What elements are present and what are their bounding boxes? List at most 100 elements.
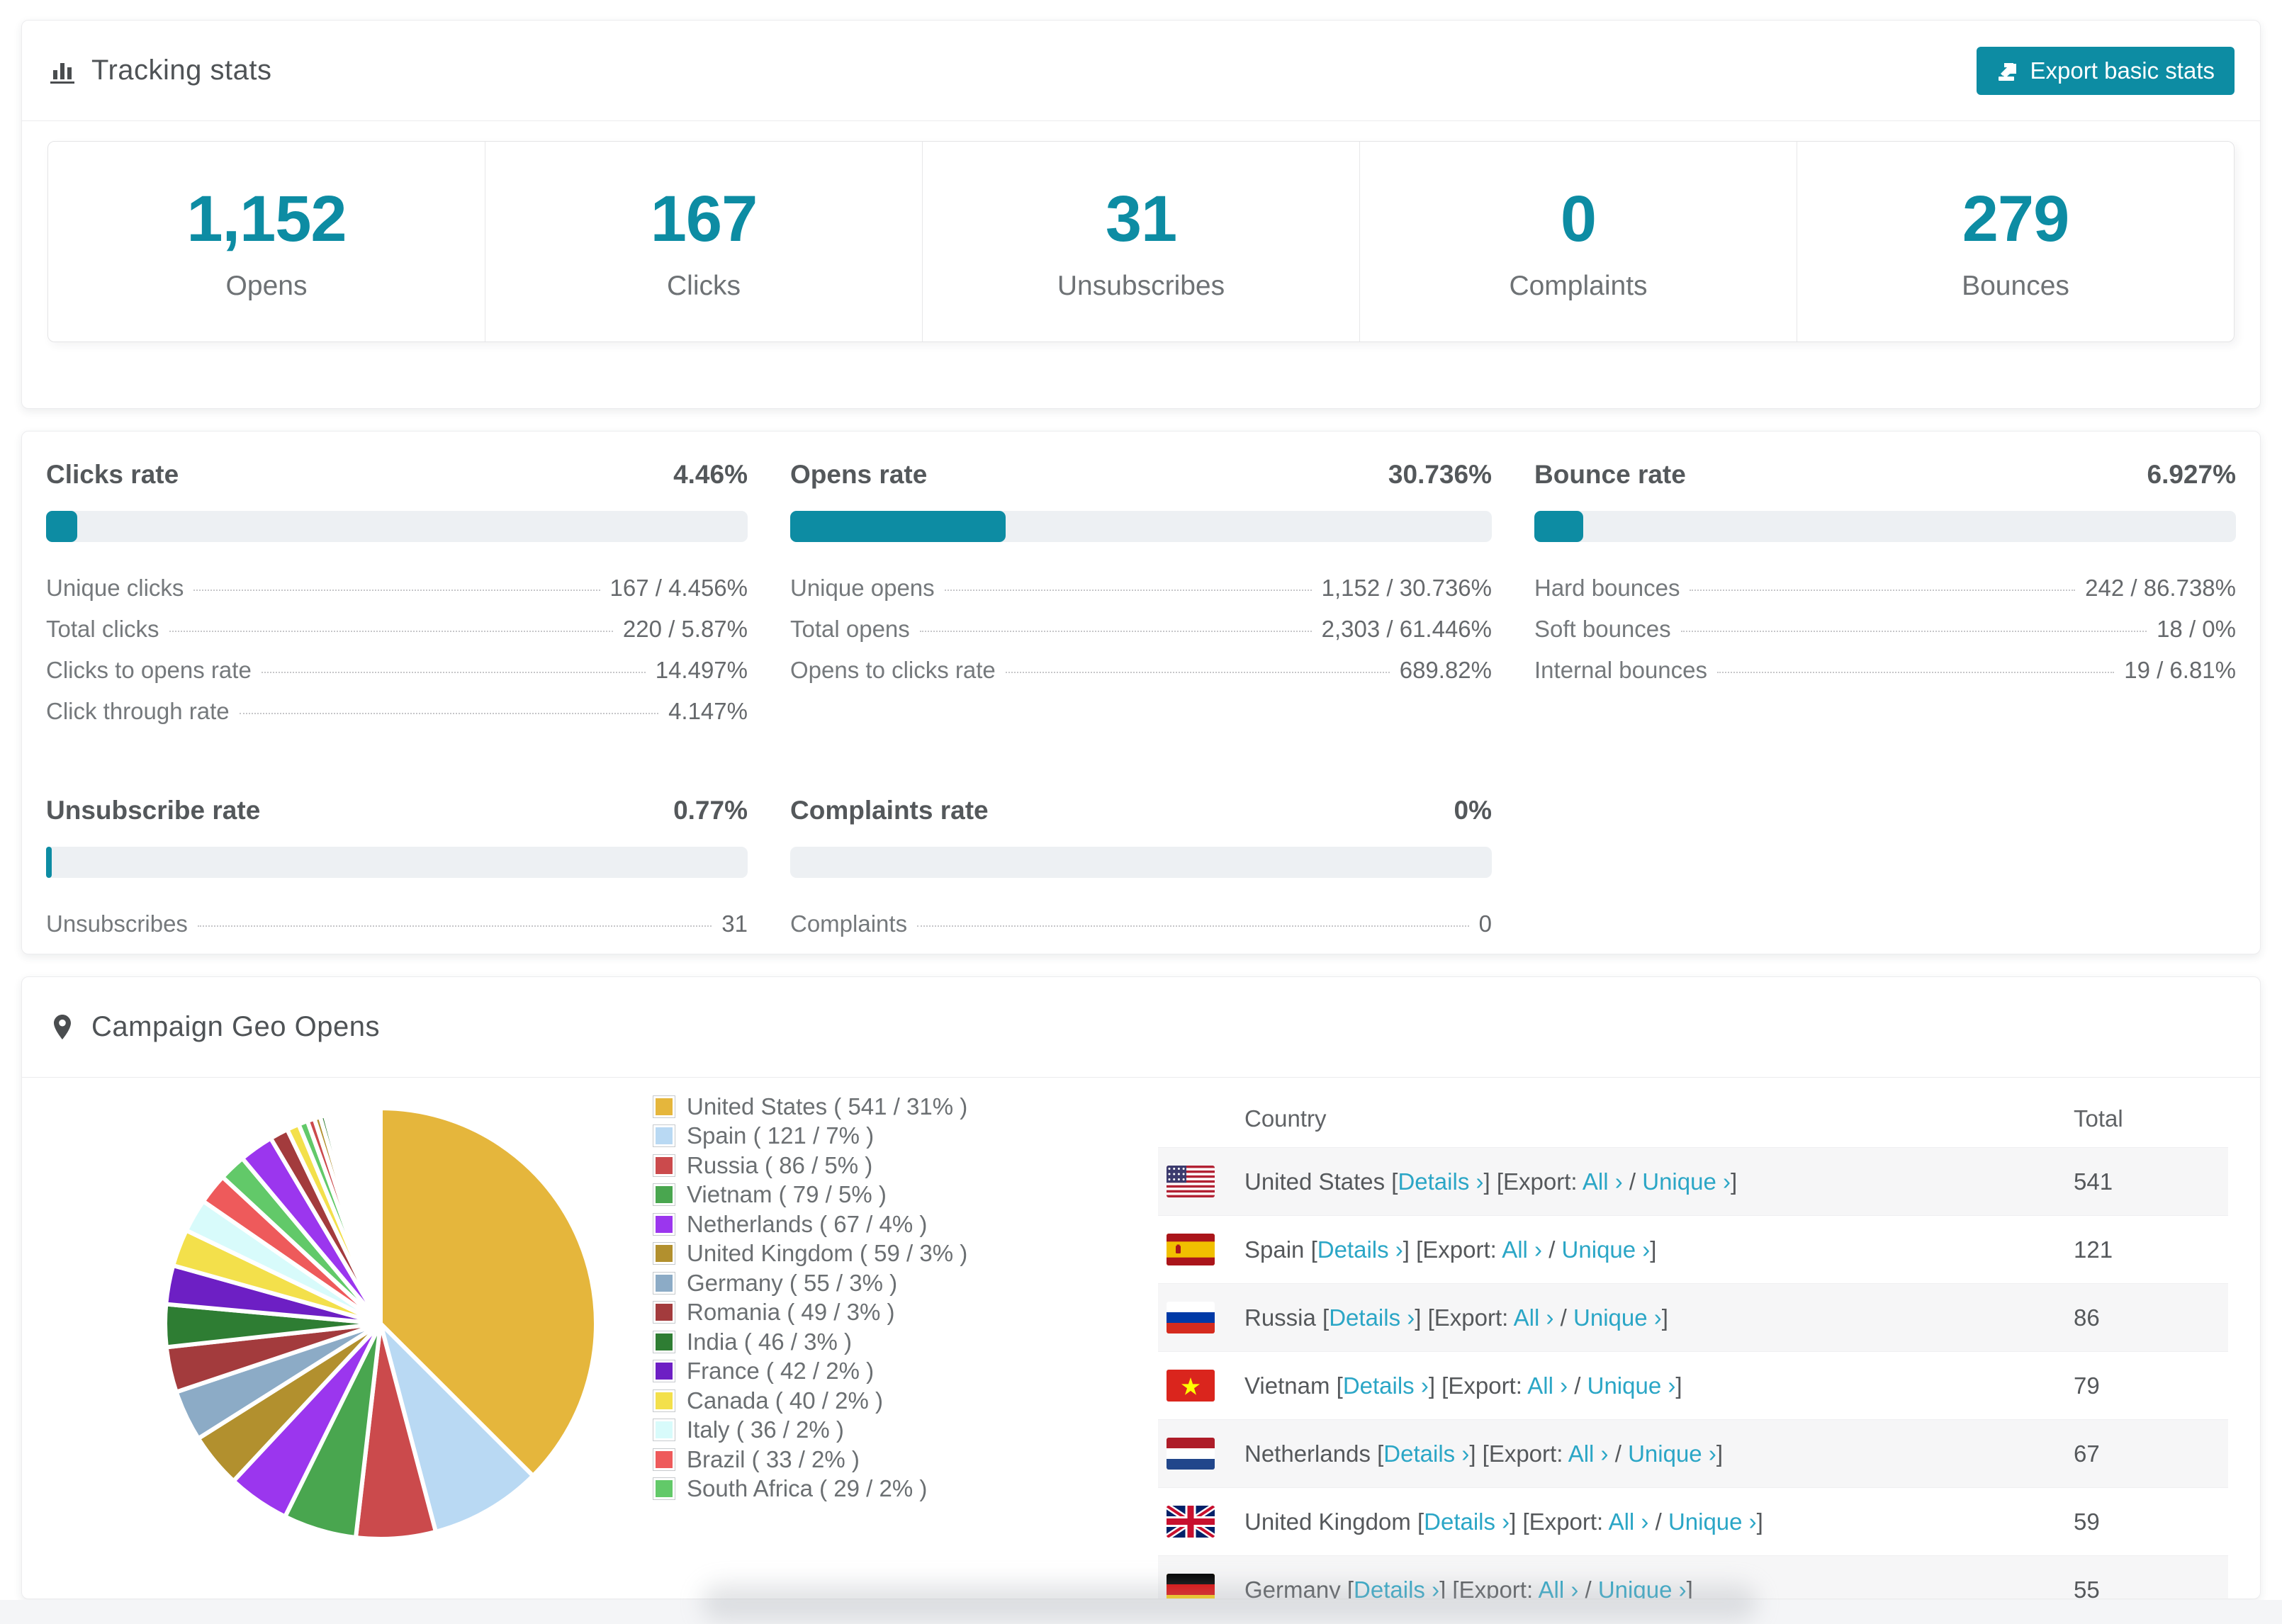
- total-value: 59: [2074, 1508, 2100, 1535]
- table-row-gb: United Kingdom [Details ›] [Export: All …: [1158, 1487, 2228, 1555]
- bracket-text: ] [Export:: [1415, 1304, 1514, 1331]
- legend-swatch: [653, 1360, 675, 1383]
- rate-row: Unsubscribes 31: [46, 910, 748, 952]
- bracket-text: ]: [1716, 1440, 1723, 1467]
- page-title: Tracking stats: [91, 55, 272, 86]
- bounce-rate-block: Bounce rate 6.927% Hard bounces 242 / 86.73…: [1534, 460, 2236, 739]
- export-unique-link[interactable]: Unique ›: [1628, 1440, 1716, 1467]
- export-all-link[interactable]: All ›: [1527, 1372, 1568, 1399]
- rate-row: Click through rate 4.147%: [46, 698, 748, 739]
- rate-row-label: Hard bounces: [1534, 575, 1680, 601]
- stat-box-unsubscribes: 31 Unsubscribes: [923, 142, 1360, 342]
- dotted-leader: [1680, 631, 2147, 632]
- legend-item: Romania ( 49 / 3% ): [653, 1298, 967, 1328]
- export-basic-stats-button[interactable]: Export basic stats: [1976, 46, 2235, 95]
- dotted-leader: [1005, 672, 1390, 673]
- legend-label: India ( 46 / 3% ): [687, 1328, 852, 1355]
- bounce-rate-progress-fill: [1534, 511, 1583, 542]
- export-unique-link[interactable]: Unique ›: [1562, 1236, 1651, 1263]
- complaints-rate-progress: [790, 847, 1492, 878]
- vn-flag-icon: [1167, 1370, 1215, 1402]
- opens-rate-title-row: Opens rate 30.736%: [790, 460, 1492, 490]
- clicks-rate-block: Clicks rate 4.46% Unique clicks 167 / 4.456…: [46, 460, 748, 739]
- bracket-text: ] [Export:: [1469, 1440, 1568, 1467]
- table-row-us: United States [Details ›] [Export: All ›…: [1158, 1147, 2228, 1215]
- slash-text: /: [1542, 1236, 1562, 1263]
- legend-item: Spain ( 121 / 7% ): [653, 1122, 967, 1151]
- dotted-leader: [197, 925, 712, 927]
- legend-swatch: [653, 1095, 675, 1118]
- unsubscribe-rate-value: 0.77%: [673, 796, 748, 825]
- legend-label: Russia ( 86 / 5% ): [687, 1151, 873, 1178]
- details-link[interactable]: Details ›: [1398, 1168, 1483, 1195]
- country-cell: Spain [Details ›] [Export: All › / Uniqu…: [1244, 1236, 2074, 1263]
- details-link[interactable]: Details ›: [1329, 1304, 1415, 1331]
- clicks-rate-title: Clicks rate: [46, 460, 179, 489]
- rates-card: Clicks rate 4.46% Unique clicks 167 / 4.456…: [21, 431, 2261, 954]
- legend-label: Canada ( 40 / 2% ): [687, 1387, 883, 1414]
- rate-row-label: Opens to clicks rate: [790, 657, 996, 683]
- map-pin-icon: [54, 1014, 71, 1039]
- export-all-link[interactable]: All ›: [1568, 1440, 1609, 1467]
- dotted-leader: [261, 672, 646, 673]
- rate-row-label: Soft bounces: [1534, 616, 1671, 642]
- export-icon: [1998, 62, 2016, 81]
- details-link[interactable]: Details ›: [1317, 1236, 1403, 1263]
- export-all-link[interactable]: All ›: [1502, 1236, 1542, 1263]
- stat-box-complaints: 0 Complaints: [1360, 142, 1797, 342]
- rate-row-label: Complaints: [790, 910, 908, 937]
- stat-value: 1,152: [186, 182, 347, 255]
- legend-label: Spain ( 121 / 7% ): [687, 1122, 875, 1149]
- flag-cell: [1158, 1234, 1244, 1265]
- table-row-vn: Vietnam [Details ›] [Export: All › / Uni…: [1158, 1351, 2228, 1419]
- export-unique-link[interactable]: Unique ›: [1642, 1168, 1731, 1195]
- country-cell: Russia [Details ›] [Export: All › / Uniq…: [1244, 1304, 2074, 1331]
- rate-row-value: 19 / 6.81%: [2124, 657, 2236, 683]
- country-name: Spain [: [1244, 1236, 1317, 1263]
- dotted-leader: [1717, 672, 2115, 673]
- rate-row-value: 0: [1478, 910, 1492, 937]
- country-name: Vietnam [: [1244, 1372, 1343, 1399]
- total-value: 67: [2074, 1440, 2100, 1467]
- rate-row-value: 14.497%: [655, 657, 748, 683]
- rate-row: Hard bounces 242 / 86.738%: [1534, 575, 2236, 616]
- rate-row: Unique clicks 167 / 4.456%: [46, 575, 748, 616]
- legend-item: Brazil ( 33 / 2% ): [653, 1445, 967, 1474]
- complaints-rate-block: Complaints rate 0% Complaints 0: [790, 796, 1492, 952]
- details-link[interactable]: Details ›: [1424, 1509, 1510, 1535]
- export-all-link[interactable]: All ›: [1514, 1304, 1554, 1331]
- geo-table: Country Total United States [Details ›] …: [1158, 1090, 2228, 1598]
- export-unique-link[interactable]: Unique ›: [1668, 1509, 1757, 1535]
- country-cell: Vietnam [Details ›] [Export: All › / Uni…: [1244, 1372, 2074, 1399]
- legend-label: United States ( 541 / 31% ): [687, 1093, 968, 1120]
- export-all-link[interactable]: All ›: [1583, 1168, 1623, 1195]
- country-column-header: Country: [1244, 1105, 1327, 1132]
- legend-item: South Africa ( 29 / 2% ): [653, 1474, 967, 1504]
- details-link[interactable]: Details ›: [1383, 1440, 1469, 1467]
- rate-row-label: Total opens: [790, 616, 910, 642]
- rate-row: Total clicks 220 / 5.87%: [46, 616, 748, 657]
- complaints-rate-title: Complaints rate: [790, 796, 989, 825]
- bracket-text: ]: [1756, 1508, 1763, 1535]
- flag-cell: [1158, 1370, 1244, 1402]
- rate-row-label: Internal bounces: [1534, 657, 1708, 683]
- details-link[interactable]: Details ›: [1343, 1372, 1429, 1399]
- pie-legend: United States ( 541 / 31% ) Spain ( 121 /…: [653, 1092, 967, 1504]
- total-column-header: Total: [2074, 1105, 2123, 1132]
- export-all-link[interactable]: All ›: [1609, 1509, 1649, 1535]
- export-unique-link[interactable]: Unique ›: [1587, 1372, 1676, 1399]
- rate-row: Internal bounces 19 / 6.81%: [1534, 657, 2236, 698]
- country-cell: United States [Details ›] [Export: All ›…: [1244, 1168, 2074, 1195]
- opens-rate-progress: [790, 511, 1492, 542]
- rate-row-label: Click through rate: [46, 698, 230, 724]
- legend-swatch: [653, 1477, 675, 1501]
- nl-flag-icon: [1167, 1438, 1215, 1470]
- flag-cell: [1158, 1438, 1244, 1470]
- stats-summary-row: 1,152 Opens 167 Clicks 31 Unsubscribes 0 Compla…: [47, 141, 2235, 342]
- export-unique-link[interactable]: Unique ›: [1573, 1304, 1662, 1331]
- total-value: 86: [2074, 1304, 2100, 1331]
- unsubscribe-rate-title-row: Unsubscribe rate 0.77%: [46, 796, 748, 825]
- clicks-rate-title-row: Clicks rate 4.46%: [46, 460, 748, 490]
- rate-row-value: 4.147%: [668, 698, 748, 724]
- rate-row-value: 220 / 5.87%: [622, 616, 748, 642]
